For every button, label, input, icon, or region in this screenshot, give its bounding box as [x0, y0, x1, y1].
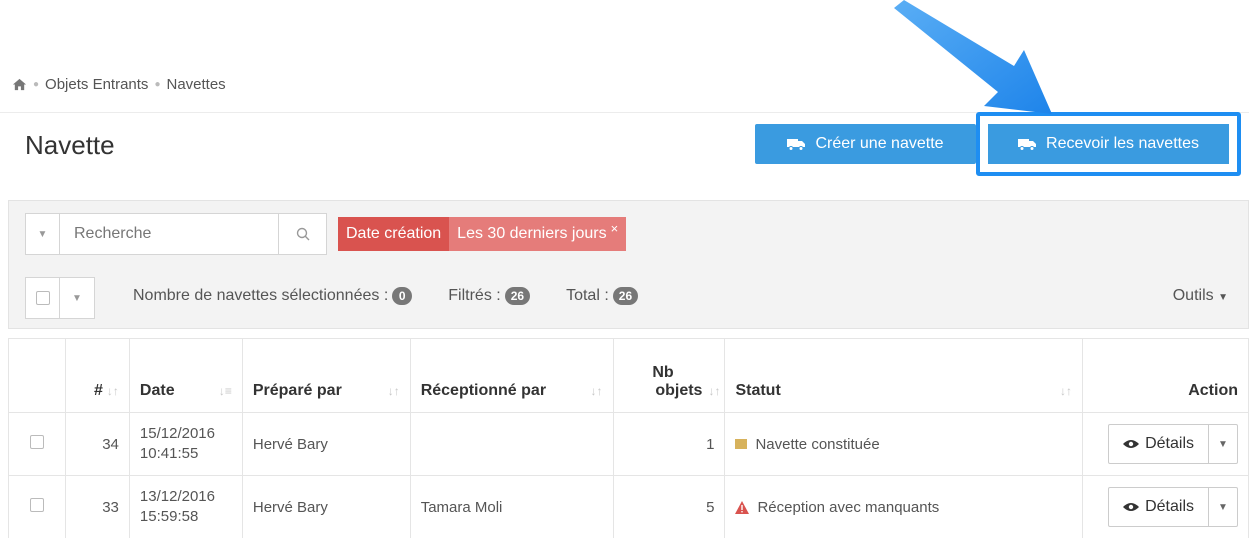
cell-prepared-by[interactable]: Hervé Bary [241, 475, 411, 538]
sort-icon: ↓↑ [1059, 384, 1072, 398]
receive-navettes-label: Recevoir les navettes [1046, 135, 1199, 152]
breadcrumb-separator: ● [33, 79, 40, 90]
filter-panel: ▼ Date création Les 30 derniers jours × … [8, 200, 1249, 329]
home-icon[interactable] [12, 77, 27, 92]
header-status[interactable]: Statut ↓↑ [724, 338, 1083, 413]
breadcrumb-separator: ● [154, 79, 161, 90]
create-navette-button[interactable]: Créer une navette [755, 124, 976, 164]
status-label: Navette constituée [755, 435, 880, 453]
chevron-down-icon: ▼ [1218, 501, 1228, 513]
sort-icon: ↓↑ [106, 384, 119, 398]
action-button-group: Détails ▼ [1108, 487, 1238, 527]
cell-id: 33 [64, 475, 130, 538]
truck-icon [1018, 139, 1037, 151]
sort-icon: ↓↑ [590, 384, 603, 398]
cell-action: Détails ▼ [1081, 475, 1249, 538]
chevron-down-icon: ▼ [1218, 438, 1228, 450]
create-navette-label: Créer une navette [815, 135, 944, 152]
details-button[interactable]: Détails [1109, 488, 1209, 526]
selected-count-badge: 0 [392, 287, 413, 305]
filtered-label: Filtrés : [448, 287, 501, 304]
row-select-cell [8, 475, 66, 538]
table-row: 34 15/12/2016 10:41:55 Hervé Bary 1 Navet… [8, 412, 1249, 476]
select-all-checkbox[interactable] [35, 291, 50, 305]
total-label: Total : [566, 287, 609, 304]
tools-dropdown[interactable]: Outils ▼ [1173, 287, 1228, 305]
table-header-row: # ↓↑ Date ↓≡ Préparé par ↓↑ Réceptionné par… [8, 338, 1249, 413]
cell-nb-objects: 1 [612, 412, 726, 476]
breadcrumb-item-navettes[interactable]: Navettes [166, 76, 225, 93]
selected-count-stat: Nombre de navettes sélectionnées : 0 [133, 287, 413, 305]
status-label: Réception avec manquants [757, 498, 940, 516]
header-select [8, 338, 66, 413]
cell-status: Réception avec manquants [724, 475, 1083, 538]
cell-prepared-by[interactable]: Hervé Bary [241, 412, 411, 476]
row-checkbox[interactable] [29, 435, 44, 449]
close-icon[interactable]: × [611, 221, 619, 236]
row-select-cell [8, 412, 66, 476]
filter-value-wrap: Les 30 derniers jours × [449, 217, 627, 251]
tools-label: Outils [1172, 287, 1214, 304]
table-row: 33 13/12/2016 15:59:58 Hervé Bary Tamara … [8, 475, 1249, 538]
active-filter-tag[interactable]: Date création Les 30 derniers jours × [338, 217, 627, 251]
cell-date: 15/12/2016 10:41:55 [128, 412, 243, 476]
cell-date: 13/12/2016 15:59:58 [128, 475, 243, 538]
sort-icon: ↓↑ [387, 384, 400, 398]
page-title: Navette [25, 130, 115, 160]
breadcrumb: ● Objets Entrants ● Navettes [12, 76, 226, 93]
truck-icon [787, 139, 806, 151]
select-all-group: ▼ [25, 277, 95, 319]
header-action: Action [1081, 338, 1249, 413]
action-dropdown[interactable]: ▼ [1209, 488, 1237, 526]
details-button[interactable]: Détails [1109, 425, 1209, 463]
search-icon [296, 227, 309, 241]
stats-bar: Nombre de navettes sélectionnées : 0 Fil… [133, 287, 639, 305]
search-group: ▼ [25, 213, 327, 255]
cell-nb-objects: 5 [612, 475, 726, 538]
row-checkbox[interactable] [29, 498, 44, 512]
eye-icon [1123, 503, 1140, 511]
eye-icon [1123, 440, 1140, 448]
search-input[interactable] [60, 214, 278, 254]
sort-desc-icon: ↓≡ [218, 384, 232, 398]
search-scope-dropdown[interactable]: ▼ [26, 214, 60, 254]
select-all-checkbox-wrap [26, 278, 60, 318]
caret-down-icon: ▼ [1218, 292, 1228, 303]
cell-received-by[interactable]: Tamara Moli [409, 475, 614, 538]
filter-key: Date création [338, 217, 450, 251]
filtered-count-stat: Filtrés : 26 [448, 287, 531, 305]
total-count-badge: 26 [612, 287, 639, 305]
header-date[interactable]: Date ↓≡ [128, 338, 243, 413]
header-received-by[interactable]: Réceptionné par ↓↑ [409, 338, 614, 413]
warning-icon [735, 500, 750, 514]
receive-highlight-frame: Recevoir les navettes [976, 112, 1241, 176]
chevron-down-icon: ▼ [72, 292, 82, 304]
receive-navettes-button[interactable]: Recevoir les navettes [988, 124, 1229, 164]
header-id[interactable]: # ↓↑ [64, 338, 130, 413]
sort-icon: ↓↑ [708, 384, 721, 398]
breadcrumb-item-objets-entrants[interactable]: Objets Entrants [45, 76, 148, 93]
filter-value: Les 30 derniers jours [457, 225, 607, 242]
header-nb-objects[interactable]: Nb objets ↓↑ [612, 338, 726, 413]
cell-status: Navette constituée [724, 412, 1083, 476]
package-icon [735, 439, 748, 449]
cell-id: 34 [64, 412, 130, 476]
chevron-down-icon: ▼ [37, 228, 48, 240]
header-prepared-by[interactable]: Préparé par ↓↑ [241, 338, 411, 413]
cell-received-by[interactable] [409, 412, 614, 476]
navettes-table: # ↓↑ Date ↓≡ Préparé par ↓↑ Réceptionné par… [8, 338, 1249, 538]
selection-dropdown[interactable]: ▼ [60, 278, 94, 318]
search-button[interactable] [278, 214, 326, 254]
action-dropdown[interactable]: ▼ [1209, 425, 1237, 463]
selected-label: Nombre de navettes sélectionnées : [133, 287, 389, 304]
callout-arrow [894, 0, 1052, 114]
total-count-stat: Total : 26 [566, 287, 639, 305]
filtered-count-badge: 26 [504, 287, 531, 305]
action-button-group: Détails ▼ [1108, 424, 1238, 464]
cell-action: Détails ▼ [1081, 412, 1249, 476]
